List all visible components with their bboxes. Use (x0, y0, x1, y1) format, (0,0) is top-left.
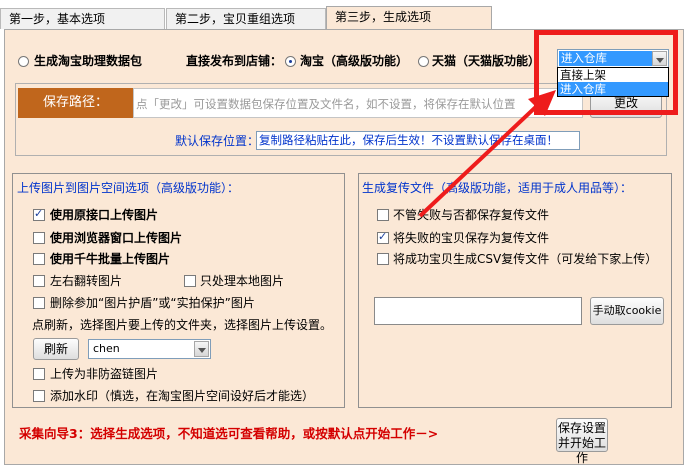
annotation-arrow-line (418, 101, 542, 218)
annotation-arrow (418, 90, 556, 218)
